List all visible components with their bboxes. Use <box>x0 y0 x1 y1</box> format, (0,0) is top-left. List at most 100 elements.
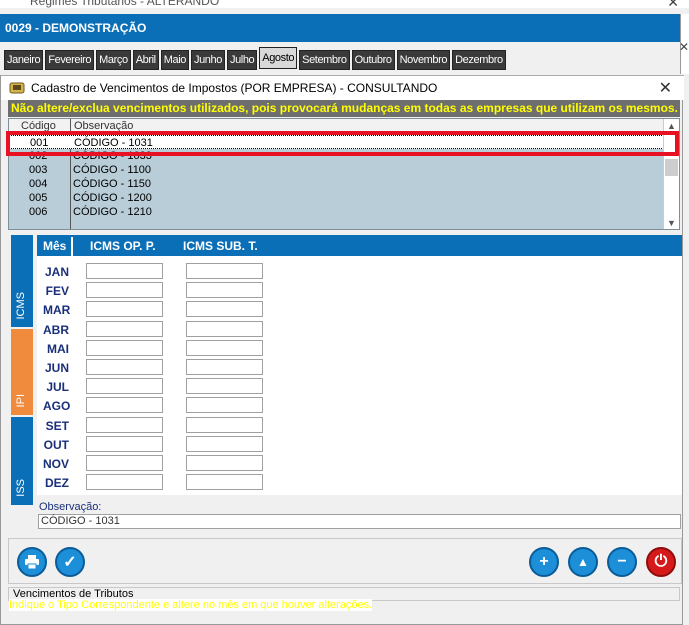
observation-field[interactable]: CÓDIGO - 1031 <box>38 514 681 529</box>
icms-op-p-field[interactable] <box>86 263 163 279</box>
icms-op-p-field[interactable] <box>86 474 163 491</box>
cell-code: 004 <box>29 178 48 190</box>
icms-op-p-field[interactable] <box>86 320 163 337</box>
tax-due-dates-dialog: Cadastro de Vencimentos de Impostos (POR… <box>0 75 684 625</box>
header-icms-op-p: ICMS OP. P. <box>90 239 156 253</box>
tab-month-marco[interactable]: Março <box>96 50 131 70</box>
month-row: JUN <box>37 358 682 377</box>
dialog-close-icon[interactable]: ✕ <box>659 78 672 98</box>
selected-row-highlight <box>6 131 679 156</box>
background-titlebar: Regimes Tributários - ALTERANDO ✕ <box>0 0 689 8</box>
scroll-up-icon[interactable]: ▲ <box>667 121 676 131</box>
tab-month-outubro[interactable]: Outubro <box>351 50 395 70</box>
power-icon: ⏻ <box>654 553 668 570</box>
icms-op-p-field[interactable] <box>86 455 163 471</box>
month-label: SET <box>45 418 69 433</box>
company-header-label: 0029 - DEMONSTRAÇÃO <box>5 21 147 35</box>
scroll-thumb[interactable] <box>665 159 678 176</box>
month-label: ABR <box>43 322 69 337</box>
tab-month-julho[interactable]: Julho <box>226 50 258 70</box>
month-label: JAN <box>44 265 69 279</box>
tab-month-abril[interactable]: Abril <box>132 50 159 70</box>
month-row: JAN <box>37 262 682 281</box>
remove-button[interactable]: − <box>607 547 637 577</box>
tab-month-janeiro[interactable]: Janeiro <box>4 50 44 70</box>
tax-type-tabs: ICMS IPI ISS <box>11 235 33 505</box>
icms-op-p-field[interactable] <box>86 359 163 375</box>
icms-op-p-field[interactable] <box>86 339 163 356</box>
icms-op-p-field[interactable] <box>86 282 163 299</box>
table-row[interactable]: 003 CÓDIGO - 1100 <box>9 163 664 177</box>
month-label: AGO <box>43 399 71 414</box>
icms-sub-t-field[interactable] <box>186 320 263 337</box>
plus-icon: + <box>539 553 549 570</box>
minus-icon: − <box>617 553 627 570</box>
move-up-button[interactable]: ▲ <box>568 547 598 577</box>
cell-observation: CÓDIGO - 1100 <box>73 164 152 176</box>
hint-text: Indique o Tipo Correspondente e altere n… <box>9 599 373 611</box>
tab-month-agosto[interactable]: Agosto <box>259 47 298 69</box>
tab-ipi-label: IPI <box>15 393 27 407</box>
exit-button[interactable]: ⏻ <box>646 547 676 577</box>
tab-month-junho[interactable]: Junho <box>190 50 225 70</box>
month-label: JUL <box>46 380 69 395</box>
cell-code: 003 <box>29 164 48 176</box>
tab-icms-label: ICMS <box>15 291 27 320</box>
month-row: AGO <box>37 396 682 415</box>
tab-month-dezembro[interactable]: Dezembro <box>452 50 506 70</box>
scroll-down-icon[interactable]: ▼ <box>667 218 676 228</box>
app-icon <box>9 82 25 94</box>
icms-op-p-field[interactable] <box>86 416 163 433</box>
observation-label: Observação: <box>39 501 102 513</box>
icms-sub-t-field[interactable] <box>186 474 263 491</box>
tab-ipi[interactable]: IPI <box>11 329 33 415</box>
cell-observation: CÓDIGO - 1150 <box>73 178 152 190</box>
icms-sub-t-field[interactable] <box>186 455 263 471</box>
icms-sub-t-field[interactable] <box>186 339 263 356</box>
icms-op-p-field[interactable] <box>86 397 163 414</box>
icms-op-p-field[interactable] <box>86 435 163 452</box>
icms-sub-t-field[interactable] <box>186 435 263 452</box>
icms-op-p-field[interactable] <box>86 378 163 395</box>
background-close-icon[interactable]: ✕ <box>667 0 679 8</box>
action-toolbar: ✓ + ▲ − ⏻ <box>8 538 682 584</box>
background-panel-close-icon[interactable]: ✕ <box>679 40 689 54</box>
month-label: MAI <box>47 341 69 356</box>
confirm-button[interactable]: ✓ <box>55 547 85 577</box>
tab-month-maio[interactable]: Maio <box>160 50 189 70</box>
monthly-due-dates-table: Mês ICMS OP. P. ICMS SUB. T. JAN FEV MAR AB… <box>37 235 682 495</box>
tab-iss-label: ISS <box>15 479 27 497</box>
tab-icms[interactable]: ICMS <box>11 235 33 327</box>
cell-code: 006 <box>29 206 48 218</box>
header-month: Mês <box>43 239 67 253</box>
icms-op-p-field[interactable] <box>86 301 163 318</box>
icms-sub-t-field[interactable] <box>186 263 263 279</box>
month-label: DEZ <box>45 476 69 491</box>
tab-month-fevereiro[interactable]: Fevereiro <box>45 50 95 70</box>
month-tabs: Janeiro Fevereiro Março Abril Maio Junho… <box>4 47 508 70</box>
icms-sub-t-field[interactable] <box>186 397 263 414</box>
table-row[interactable]: 004 CÓDIGO - 1150 <box>9 177 664 191</box>
month-row: SET <box>37 416 682 435</box>
icms-sub-t-field[interactable] <box>186 301 263 318</box>
table-row[interactable]: 006 CÓDIGO - 1210 <box>9 205 664 219</box>
month-row: ABR <box>37 320 682 339</box>
add-button[interactable]: + <box>529 547 559 577</box>
header-divider <box>71 237 73 256</box>
cell-observation: CÓDIGO - 1200 <box>73 192 152 204</box>
print-button[interactable] <box>17 547 47 577</box>
printer-icon <box>25 555 39 569</box>
month-label: NOV <box>43 457 70 471</box>
month-row: OUT <box>37 435 682 454</box>
icms-sub-t-field[interactable] <box>186 359 263 375</box>
icms-sub-t-field[interactable] <box>186 416 263 433</box>
month-row: JUL <box>37 377 682 396</box>
tab-month-novembro[interactable]: Novembro <box>396 50 451 70</box>
tab-iss[interactable]: ISS <box>11 417 33 505</box>
tab-month-setembro[interactable]: Setembro <box>299 50 350 70</box>
icms-sub-t-field[interactable] <box>186 378 263 395</box>
icms-sub-t-field[interactable] <box>186 282 263 299</box>
month-row: DEZ <box>37 473 682 492</box>
table-row[interactable]: 005 CÓDIGO - 1200 <box>9 191 664 205</box>
month-label: FEV <box>45 284 69 299</box>
